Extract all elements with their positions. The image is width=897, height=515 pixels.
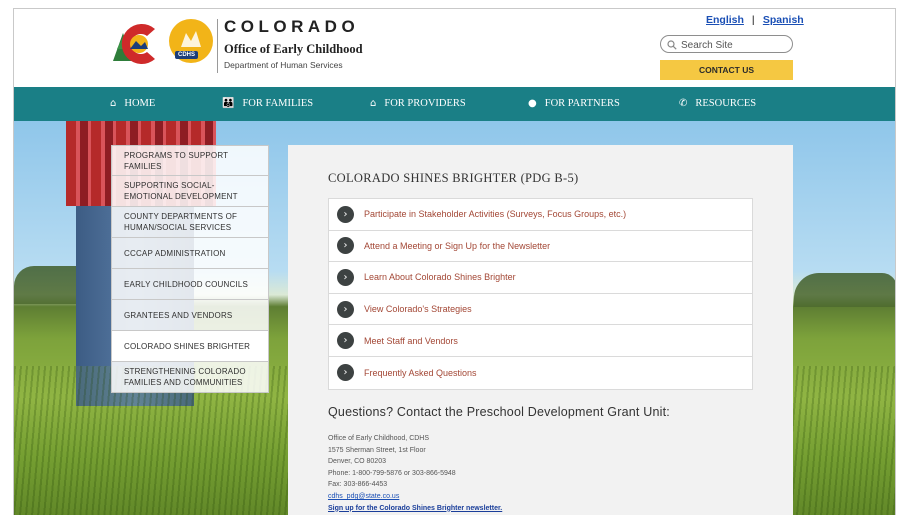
contact-address: Office of Early Childhood, CDHS 1575 She… [328, 433, 502, 514]
home-icon: ⌂ [110, 98, 117, 109]
contact-us-button[interactable]: CONTACT US [660, 60, 793, 80]
nav-for-families-label: FOR FAMILIES [242, 98, 314, 109]
sidebar-menu: PROGRAMS TO SUPPORT FAMILIES SUPPORTING … [111, 145, 269, 393]
sidebar-item-social-emotional[interactable]: SUPPORTING SOCIAL-EMOTIONAL DEVELOPMENT [111, 176, 269, 207]
sidebar-item-cccap[interactable]: CCCAP ADMINISTRATION [111, 238, 269, 269]
nav-resources-label: RESOURCES [695, 98, 757, 109]
nav-home[interactable]: ⌂ HOME [110, 87, 155, 121]
sidebar-item-shines-brighter[interactable]: COLORADO SHINES BRIGHTER [111, 331, 269, 362]
email-link[interactable]: cdhs_pdg@state.co.us [328, 491, 502, 503]
link-label: Frequently Asked Questions [364, 367, 477, 378]
chevron-right-icon: › [337, 268, 354, 286]
nav-home-label: HOME [124, 98, 156, 109]
search-input[interactable]: Search Site [660, 35, 793, 53]
link-label: Meet Staff and Vendors [364, 335, 458, 346]
site-header: CDHS COLORADO Office of Early Childhood … [14, 9, 895, 87]
site-logo[interactable]: CDHS COLORADO Office of Early Childhood … [111, 15, 381, 77]
search-icon [667, 40, 677, 50]
chevron-right-icon: › [337, 205, 354, 223]
address-line: Office of Early Childhood, CDHS [328, 435, 430, 442]
browser-page: CDHS COLORADO Office of Early Childhood … [13, 8, 896, 515]
nav-for-partners[interactable]: ● FOR PARTNERS [528, 87, 620, 121]
brand-subtitle: Office of Early Childhood [224, 42, 363, 56]
spanish-link[interactable]: Spanish [763, 14, 804, 26]
building-icon: ⌂ [370, 98, 377, 109]
search-placeholder: Search Site [681, 39, 733, 51]
sidebar-item-county-departments[interactable]: COUNTY DEPARTMENTS OF HUMAN/SOCIAL SERVI… [111, 207, 269, 238]
nav-for-providers-label: FOR PROVIDERS [384, 98, 466, 109]
trees-right [794, 273, 895, 307]
link-faq[interactable]: › Frequently Asked Questions [329, 357, 752, 389]
fax-text: Fax: 303-866-4453 [328, 481, 388, 489]
link-label: Learn About Colorado Shines Brighter [364, 272, 516, 283]
chevron-right-icon: › [337, 237, 354, 255]
sidebar-item-programs[interactable]: PROGRAMS TO SUPPORT FAMILIES [111, 145, 269, 176]
link-learn-about[interactable]: › Learn About Colorado Shines Brighter [329, 262, 752, 294]
phone-text: Phone: 1-800-799-5876 or 303-866-5948 [328, 469, 456, 477]
main-nav: ⌂ HOME 👪 FOR FAMILIES ⌂ FOR PROVIDERS ● … [14, 87, 895, 121]
link-meeting-newsletter[interactable]: › Attend a Meeting or Sign Up for the Ne… [329, 231, 752, 263]
cdhs-label: CDHS [175, 51, 199, 59]
link-label: Participate in Stakeholder Activities (S… [364, 209, 627, 220]
link-label: View Colorado's Strategies [364, 304, 472, 315]
phone-icon: ✆ [679, 98, 688, 109]
newsletter-link[interactable]: Sign up for the Colorado Shines Brighter… [328, 503, 502, 515]
person-icon: ● [528, 98, 537, 109]
sidebar-item-councils[interactable]: EARLY CHILDHOOD COUNCILS [111, 269, 269, 300]
link-stakeholder[interactable]: › Participate in Stakeholder Activities … [329, 199, 752, 231]
nav-resources[interactable]: ✆ RESOURCES [679, 87, 756, 121]
contact-heading: Questions? Contact the Preschool Develop… [328, 405, 670, 419]
family-icon: 👪 [222, 98, 235, 109]
lang-separator: | [751, 14, 755, 26]
logo-divider [217, 19, 218, 73]
colorado-c-logo-icon [113, 24, 155, 64]
page-title: COLORADO SHINES BRIGHTER (PDG B-5) [328, 171, 579, 185]
brand-department: Department of Human Services [224, 60, 343, 70]
english-link[interactable]: English [706, 14, 744, 26]
nav-for-partners-label: FOR PARTNERS [544, 98, 620, 109]
address-line: Denver, CO 80203 [328, 458, 386, 466]
chevron-right-icon: › [337, 300, 354, 318]
language-switcher: English | Spanish [706, 14, 804, 26]
link-label: Attend a Meeting or Sign Up for the News… [364, 240, 551, 251]
chevron-right-icon: › [337, 332, 354, 350]
address-line: 1575 Sherman Street, 1st Floor [328, 446, 426, 454]
main-content-panel: COLORADO SHINES BRIGHTER (PDG B-5) › Par… [288, 145, 793, 515]
nav-for-families[interactable]: 👪 FOR FAMILIES [222, 87, 313, 121]
nav-for-providers[interactable]: ⌂ FOR PROVIDERS [370, 87, 466, 121]
link-list: › Participate in Stakeholder Activities … [328, 198, 753, 390]
chevron-right-icon: › [337, 364, 354, 382]
link-strategies[interactable]: › View Colorado's Strategies [329, 294, 752, 326]
link-staff-vendors[interactable]: › Meet Staff and Vendors [329, 325, 752, 357]
sidebar-item-grantees[interactable]: GRANTEES AND VENDORS [111, 300, 269, 331]
sidebar-item-strengthening[interactable]: STRENGTHENING COLORADO FAMILIES AND COMM… [111, 362, 269, 393]
brand-title: COLORADO [224, 17, 360, 36]
